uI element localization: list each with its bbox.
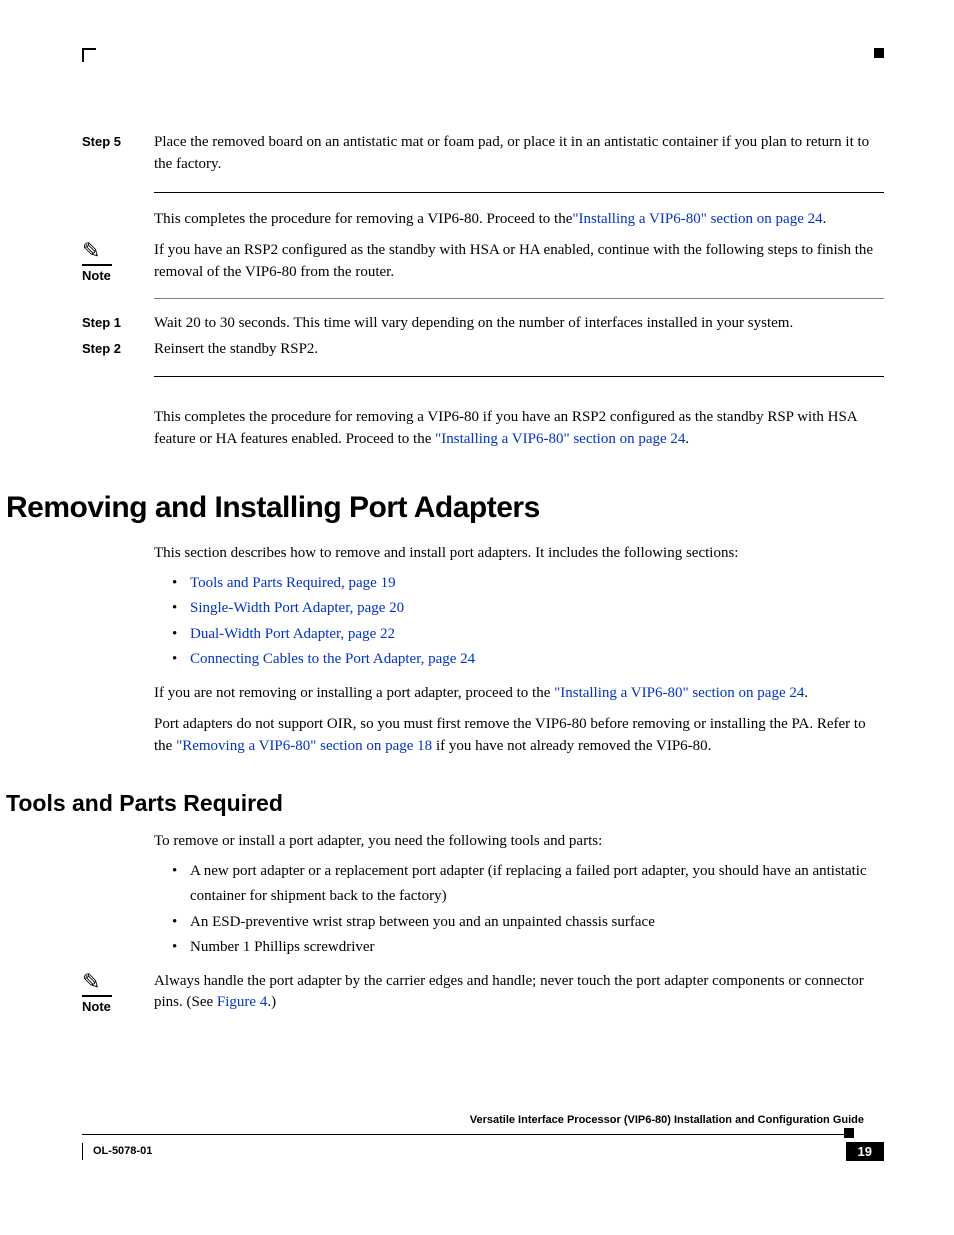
xref-figure-4[interactable]: Figure 4 (217, 994, 267, 1010)
list-item: Tools and Parts Required, page 19 (172, 571, 884, 597)
section-toc-list: Tools and Parts Required, page 19 Single… (172, 571, 884, 673)
rule (154, 298, 884, 299)
note-icon-column: ✎ Note (82, 971, 154, 1015)
xref-removing-vip6-80[interactable]: "Removing a VIP6-80" section on page 18 (176, 738, 432, 754)
corner-top-left-mark (82, 48, 96, 62)
xref-tools-parts[interactable]: Tools and Parts Required, page 19 (190, 575, 396, 591)
text: . (804, 685, 808, 701)
section-intro: This section describes how to remove and… (154, 543, 884, 565)
step-label: Step 2 (82, 339, 154, 361)
note-icon-column: ✎ Note (82, 240, 154, 284)
xref-connecting-cables[interactable]: Connecting Cables to the Port Adapter, p… (190, 651, 475, 667)
step-5-row: Step 5 Place the removed board on an ant… (82, 132, 884, 176)
oir-paragraph: Port adapters do not support OIR, so you… (154, 714, 884, 758)
xref-installing-vip6-80[interactable]: "Installing a VIP6-80" section on page 2… (554, 685, 804, 701)
pencil-icon: ✎ (82, 971, 112, 997)
completion-paragraph-1: This completes the procedure for removin… (154, 209, 884, 231)
completion-paragraph-2: This completes the procedure for removin… (154, 407, 884, 451)
note-label: Note (82, 268, 154, 283)
step-text: Wait 20 to 30 seconds. This time will va… (154, 313, 884, 335)
note-body: Always handle the port adapter by the ca… (154, 971, 884, 1015)
xref-installing-vip6-80[interactable]: "Installing a VIP6-80" section on page 2… (435, 431, 685, 447)
step-label: Step 1 (82, 313, 154, 335)
step-label: Step 5 (82, 132, 154, 176)
page-content: Step 5 Place the removed board on an ant… (154, 48, 884, 1161)
heading-tools-parts-required: Tools and Parts Required (6, 790, 884, 817)
list-item: Connecting Cables to the Port Adapter, p… (172, 647, 884, 673)
text: This completes the procedure for removin… (154, 211, 572, 227)
text: If you are not removing or installing a … (154, 685, 554, 701)
text: . (823, 211, 827, 227)
footer-bottom-row: OL-5078-01 19 (82, 1142, 884, 1161)
document-page: Step 5 Place the removed board on an ant… (0, 0, 954, 1191)
page-footer: Versatile Interface Processor (VIP6-80) … (154, 1114, 884, 1161)
note-label: Note (82, 999, 154, 1014)
footer-doc-title: Versatile Interface Processor (VIP6-80) … (154, 1114, 884, 1126)
note-body: If you have an RSP2 configured as the st… (154, 240, 884, 284)
text: if you have not already removed the VIP6… (432, 738, 711, 754)
tools-list: A new port adapter or a replacement port… (172, 859, 884, 961)
list-item: Number 1 Phillips screwdriver (172, 935, 884, 961)
list-item: Single-Width Port Adapter, page 20 (172, 596, 884, 622)
text: . (685, 431, 689, 447)
list-item: Dual-Width Port Adapter, page 22 (172, 622, 884, 648)
xref-installing-vip6-80[interactable]: "Installing a VIP6-80" section on page 2… (572, 211, 822, 227)
note-block-1: ✎ Note If you have an RSP2 configured as… (82, 240, 884, 284)
skip-paragraph: If you are not removing or installing a … (154, 683, 884, 705)
rule (154, 376, 884, 377)
rule (154, 192, 884, 193)
step-2-row: Step 2 Reinsert the standby RSP2. (82, 339, 884, 361)
step-text: Reinsert the standby RSP2. (154, 339, 884, 361)
xref-dual-width[interactable]: Dual-Width Port Adapter, page 22 (190, 626, 395, 642)
footer-square-mark (844, 1128, 854, 1138)
tools-intro: To remove or install a port adapter, you… (154, 831, 884, 853)
text: .) (267, 994, 276, 1010)
note-block-2: ✎ Note Always handle the port adapter by… (82, 971, 884, 1015)
footer-page-number: 19 (846, 1142, 884, 1161)
corner-top-right-square (874, 48, 884, 58)
footer-line (82, 1134, 844, 1135)
footer-doc-number: OL-5078-01 (82, 1143, 152, 1161)
xref-single-width[interactable]: Single-Width Port Adapter, page 20 (190, 600, 404, 616)
list-item: An ESD-preventive wrist strap between yo… (172, 910, 884, 936)
step-text: Place the removed board on an antistatic… (154, 132, 884, 176)
step-1-row: Step 1 Wait 20 to 30 seconds. This time … (82, 313, 884, 335)
footer-rule (82, 1130, 884, 1140)
pencil-icon: ✎ (82, 240, 112, 266)
list-item: A new port adapter or a replacement port… (172, 859, 884, 910)
heading-removing-installing-port-adapters: Removing and Installing Port Adapters (6, 491, 884, 525)
